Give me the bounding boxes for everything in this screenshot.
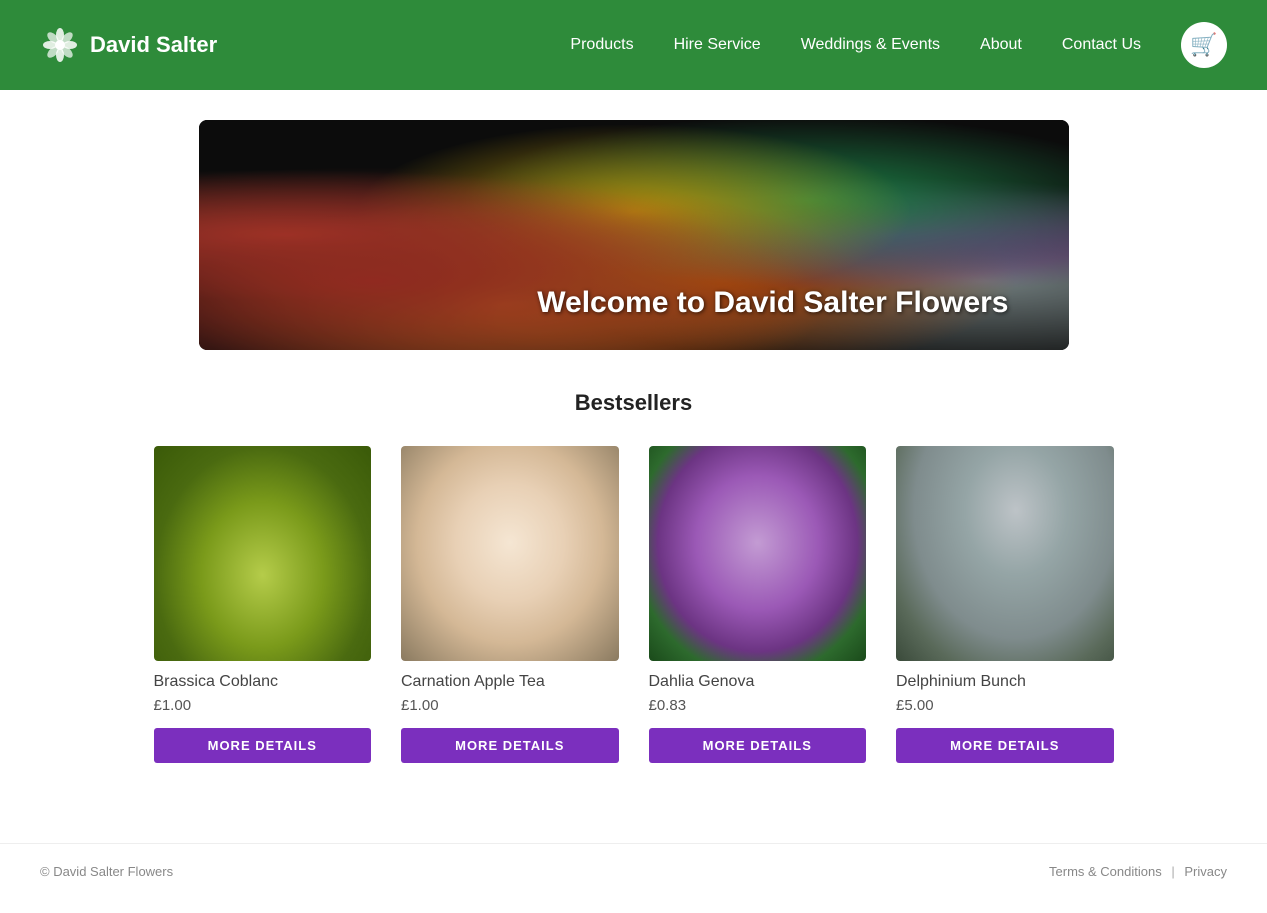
product-name-delphinium: Delphinium Bunch	[896, 673, 1026, 691]
footer-divider: |	[1171, 864, 1174, 879]
product-card-carnation: Carnation Apple Tea £1.00 MORE DETAILS	[401, 446, 619, 763]
brand-name: David Salter	[90, 32, 217, 58]
nav-hire-service[interactable]: Hire Service	[674, 36, 761, 54]
hero-banner: Welcome to David Salter Flowers	[199, 120, 1069, 350]
site-footer: © David Salter Flowers Terms & Condition…	[0, 843, 1267, 899]
footer-links: Terms & Conditions | Privacy	[1049, 864, 1227, 879]
bestsellers-section: Bestsellers Brassica Coblanc £1.00 MORE …	[134, 390, 1134, 763]
flower-logo-icon	[40, 25, 80, 65]
product-card-brassica: Brassica Coblanc £1.00 MORE DETAILS	[154, 446, 372, 763]
products-grid: Brassica Coblanc £1.00 MORE DETAILS Carn…	[154, 446, 1114, 763]
site-header: David Salter Products Hire Service Weddi…	[0, 0, 1267, 90]
nav-contact[interactable]: Contact Us	[1062, 36, 1141, 54]
product-image-carnation	[401, 446, 619, 661]
product-price-delphinium: £5.00	[896, 697, 934, 714]
nav-weddings[interactable]: Weddings & Events	[801, 36, 940, 54]
product-name-dahlia: Dahlia Genova	[649, 673, 755, 691]
nav-products[interactable]: Products	[570, 36, 633, 54]
more-details-button-carnation[interactable]: MORE DETAILS	[401, 728, 619, 763]
product-image-brassica	[154, 446, 372, 661]
copyright-text: © David Salter Flowers	[40, 864, 173, 879]
hero-welcome-text: Welcome to David Salter Flowers	[537, 286, 1008, 320]
product-price-carnation: £1.00	[401, 697, 439, 714]
product-image-delphinium	[896, 446, 1114, 661]
product-price-dahlia: £0.83	[649, 697, 687, 714]
more-details-button-brassica[interactable]: MORE DETAILS	[154, 728, 372, 763]
cart-button[interactable]: 🛒	[1181, 22, 1227, 68]
more-details-button-dahlia[interactable]: MORE DETAILS	[649, 728, 867, 763]
main-nav: Products Hire Service Weddings & Events …	[570, 22, 1227, 68]
more-details-button-delphinium[interactable]: MORE DETAILS	[896, 728, 1114, 763]
nav-about[interactable]: About	[980, 36, 1022, 54]
product-name-brassica: Brassica Coblanc	[154, 673, 279, 691]
product-image-dahlia	[649, 446, 867, 661]
product-name-carnation: Carnation Apple Tea	[401, 673, 545, 691]
terms-link[interactable]: Terms & Conditions	[1049, 864, 1162, 879]
brand-logo[interactable]: David Salter	[40, 25, 217, 65]
product-price-brassica: £1.00	[154, 697, 192, 714]
privacy-link[interactable]: Privacy	[1184, 864, 1227, 879]
product-card-dahlia: Dahlia Genova £0.83 MORE DETAILS	[649, 446, 867, 763]
product-card-delphinium: Delphinium Bunch £5.00 MORE DETAILS	[896, 446, 1114, 763]
bestsellers-title: Bestsellers	[154, 390, 1114, 416]
cart-icon: 🛒	[1190, 32, 1217, 58]
